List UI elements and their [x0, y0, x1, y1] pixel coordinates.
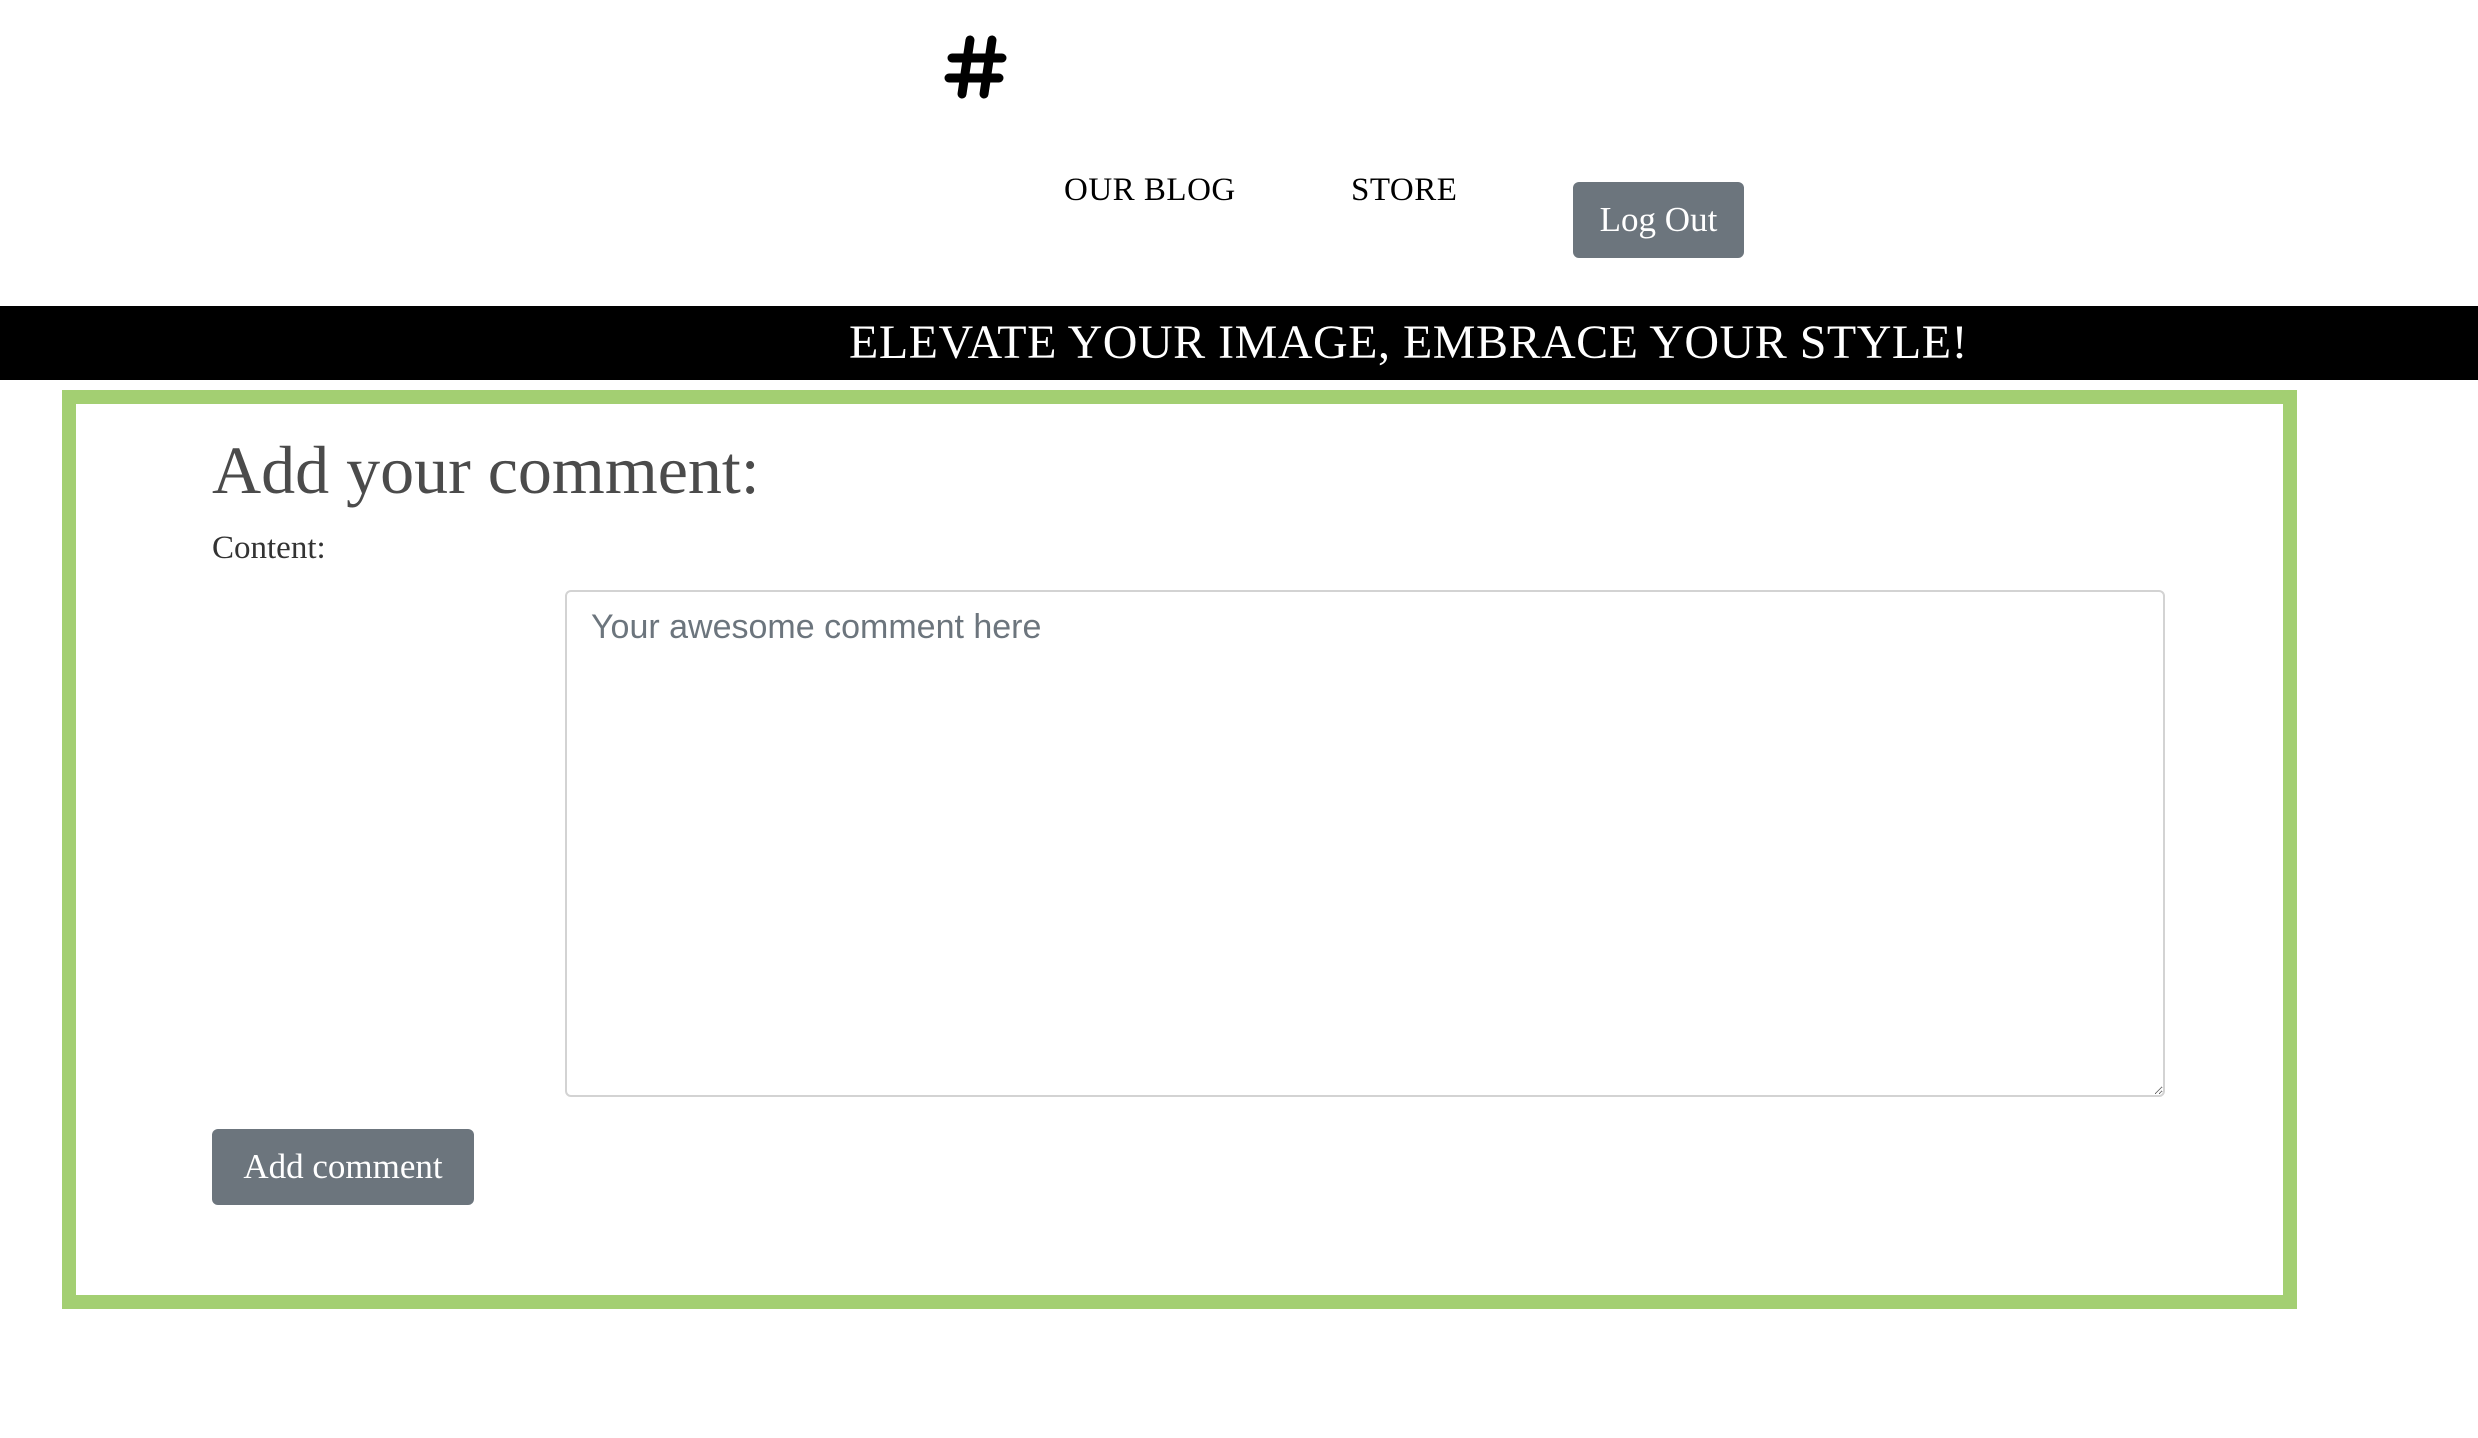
tagline-banner: ELEVATE YOUR IMAGE, EMBRACE YOUR STYLE!: [0, 306, 2478, 380]
banner-text: ELEVATE YOUR IMAGE, EMBRACE YOUR STYLE!: [849, 316, 1969, 369]
comment-form-title: Add your comment:: [212, 432, 760, 508]
add-comment-button[interactable]: Add comment: [212, 1129, 474, 1205]
page: OUR BLOG STORE Log Out ELEVATE YOUR IMAG…: [0, 0, 2478, 1438]
nav-link-store[interactable]: STORE: [1351, 168, 1457, 212]
hash-logo-icon[interactable]: [940, 22, 1012, 112]
nav-link-our-blog[interactable]: OUR BLOG: [1064, 168, 1236, 212]
content-label: Content:: [212, 530, 326, 566]
logout-button[interactable]: Log Out: [1573, 182, 1744, 258]
comment-content-textarea[interactable]: [565, 590, 2165, 1097]
